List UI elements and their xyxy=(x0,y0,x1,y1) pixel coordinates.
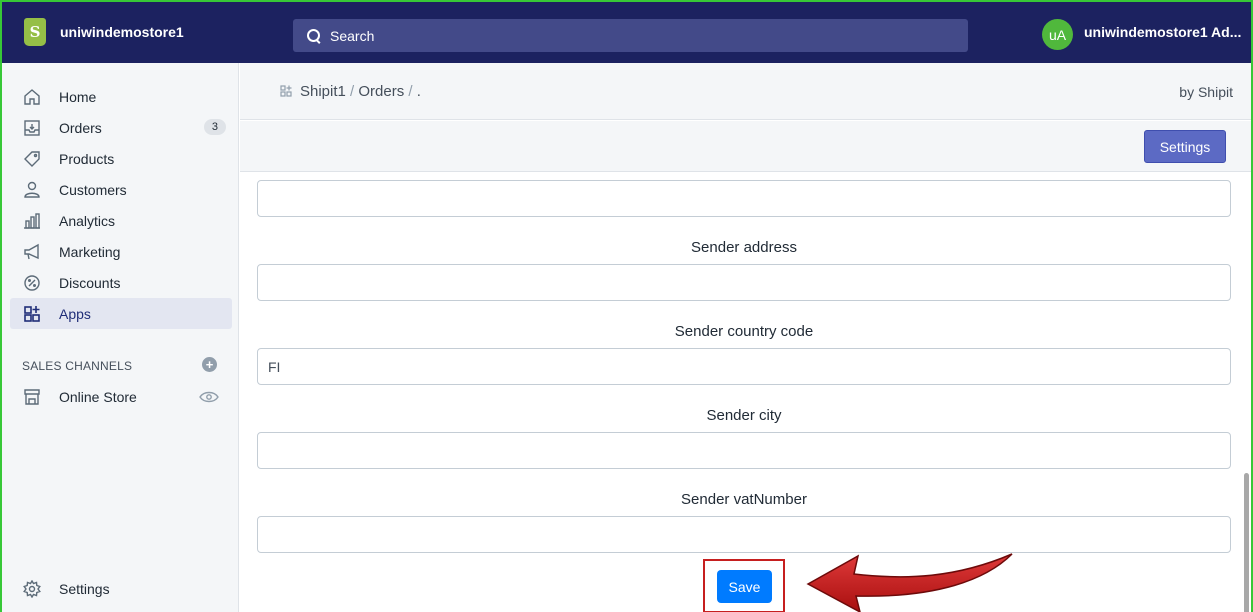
sidebar-item-label: Home xyxy=(59,88,97,105)
scrollbar[interactable] xyxy=(1242,173,1251,612)
sidebar-item-settings[interactable]: Settings xyxy=(10,573,232,604)
sidebar-item-analytics[interactable]: Analytics xyxy=(10,205,232,236)
sender-vatnumber-input[interactable] xyxy=(257,516,1231,553)
breadcrumb-bar: Shipit1 / Orders / . by Shipit xyxy=(240,63,1251,120)
breadcrumb-current: . xyxy=(416,83,421,100)
store-icon xyxy=(22,387,42,407)
sender-city-label: Sender city xyxy=(706,407,782,424)
sidebar-item-label: Apps xyxy=(59,305,91,322)
main-content: Shipit1 / Orders / . by Shipit Settings … xyxy=(240,63,1251,612)
shipit-form: Sender address Sender country code FI Se… xyxy=(240,173,1251,612)
apps-icon xyxy=(22,304,42,324)
store-name[interactable]: uniwindemostore1 xyxy=(60,24,184,40)
search-bar[interactable]: Search xyxy=(293,19,968,52)
breadcrumb-separator: / xyxy=(350,83,355,100)
save-button[interactable]: Save xyxy=(717,570,772,603)
scrollbar-thumb[interactable] xyxy=(1244,473,1249,612)
orders-count-badge: 3 xyxy=(203,119,226,135)
eye-icon[interactable] xyxy=(199,390,219,404)
search-icon xyxy=(307,28,321,43)
add-channel-icon[interactable]: + xyxy=(202,357,217,372)
sidebar-item-discounts[interactable]: Discounts xyxy=(10,267,232,298)
tag-icon xyxy=(22,149,42,169)
sidebar-item-customers[interactable]: Customers xyxy=(10,174,232,205)
sender-city-input[interactable] xyxy=(257,432,1231,469)
sidebar-item-label: Analytics xyxy=(59,212,116,229)
save-highlight-box: Save xyxy=(703,559,785,612)
breadcrumb-orders[interactable]: Orders xyxy=(358,83,404,100)
red-arrow-annotation xyxy=(806,553,1013,612)
breadcrumb-app[interactable]: Shipit1 xyxy=(300,83,346,100)
breadcrumb-separator: / xyxy=(408,83,413,100)
sales-channels-heading: SALES CHANNELS xyxy=(22,359,133,373)
discount-icon xyxy=(22,273,42,293)
settings-button[interactable]: Settings xyxy=(1144,130,1226,163)
app-developer-label: by Shipit xyxy=(1179,84,1233,100)
avatar[interactable]: uA xyxy=(1042,19,1073,50)
account-name[interactable]: uniwindemostore1 Ad... xyxy=(1084,24,1241,40)
apps-icon xyxy=(280,85,292,97)
sidebar-item-label: Marketing xyxy=(59,243,121,260)
sidebar-item-label: Products xyxy=(59,150,115,167)
sender-address-input[interactable] xyxy=(257,264,1231,301)
sidebar-item-marketing[interactable]: Marketing xyxy=(10,236,232,267)
sidebar-item-products[interactable]: Products xyxy=(10,143,232,174)
orders-icon xyxy=(22,118,42,138)
sidebar-item-label: Settings xyxy=(59,580,110,597)
search-placeholder: Search xyxy=(330,27,375,44)
form-input[interactable] xyxy=(257,180,1231,217)
sender-address-label: Sender address xyxy=(691,239,797,256)
breadcrumb: Shipit1 / Orders / . xyxy=(300,83,421,100)
gear-icon xyxy=(22,579,42,599)
sidebar-item-label: Customers xyxy=(59,181,127,198)
sidebar-item-label: Online Store xyxy=(59,388,137,405)
sidebar-item-orders[interactable]: Orders 3 xyxy=(10,112,232,143)
sidebar-item-label: Discounts xyxy=(59,274,121,291)
bar-chart-icon xyxy=(22,211,42,231)
app-frame: S uniwindemostore1 Search uA uniwindemos… xyxy=(0,0,1253,612)
sender-country-code-input[interactable]: FI xyxy=(257,348,1231,385)
sidebar-item-label: Orders xyxy=(59,119,102,136)
top-bar: S uniwindemostore1 Search uA uniwindemos… xyxy=(2,2,1251,63)
sidebar: Home Orders 3 Products Customers Analyti… xyxy=(2,63,239,612)
sender-country-code-label: Sender country code xyxy=(674,323,814,340)
home-icon xyxy=(22,87,42,107)
sidebar-item-home[interactable]: Home xyxy=(10,81,232,112)
app-toolbar: Settings xyxy=(240,121,1251,172)
sender-vatnumber-label: Sender vatNumber xyxy=(681,491,807,508)
megaphone-icon xyxy=(22,242,42,262)
person-icon xyxy=(22,180,42,200)
shopify-logo[interactable]: S xyxy=(24,18,46,46)
sidebar-item-apps[interactable]: Apps xyxy=(10,298,232,329)
